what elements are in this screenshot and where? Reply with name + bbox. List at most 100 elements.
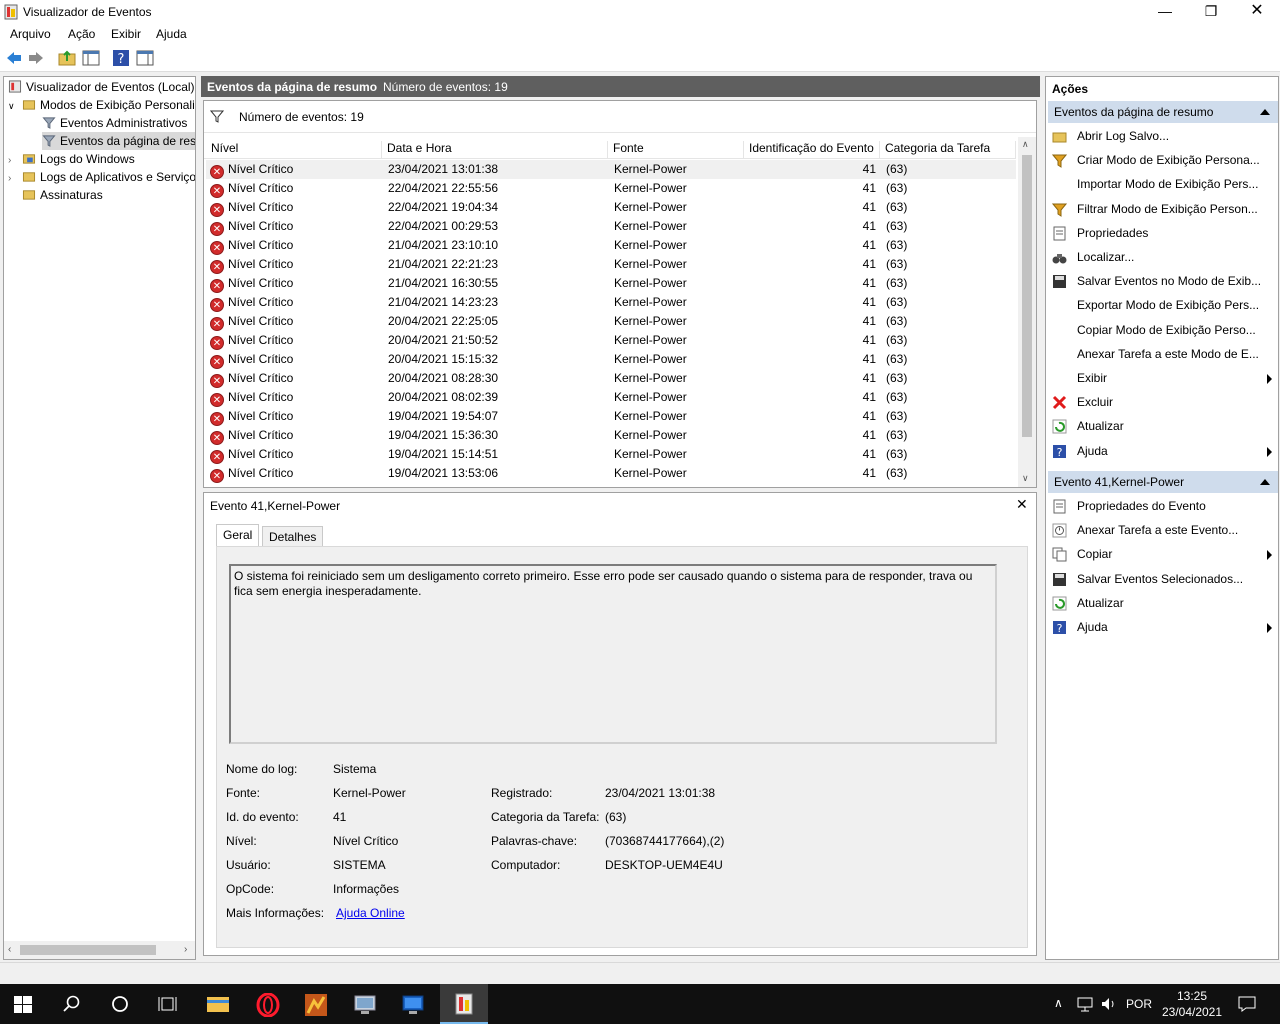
tree-scroll-thumb[interactable] [20, 945, 156, 955]
minimize-button[interactable]: — [1142, 0, 1188, 24]
table-row[interactable]: ✕ Nível Crítico 20/04/2021 08:02:39 Kernel-… [206, 388, 1016, 407]
table-row[interactable]: ✕ Nível Crítico 20/04/2021 21:50:52 Kernel-… [206, 331, 1016, 350]
actions-section-summary[interactable]: Eventos da página de resumo [1048, 101, 1278, 123]
volume-icon[interactable] [1100, 996, 1118, 1012]
table-row[interactable]: ✕ Nível Crítico 20/04/2021 08:28:30 Kernel-… [206, 369, 1016, 388]
tab-geral[interactable]: Geral [216, 524, 260, 547]
online-help-link[interactable]: Ajuda Online [336, 906, 405, 920]
maximize-button[interactable]: ❐ [1188, 0, 1234, 24]
close-button[interactable]: ✕ [1234, 0, 1280, 24]
chevron-down-icon[interactable]: ∨ [8, 97, 22, 115]
scroll-up-icon[interactable]: ∧ [1022, 139, 1029, 150]
search-icon[interactable] [63, 995, 81, 1013]
action-salvar-eventos-no-modo-de-exib[interactable]: Salvar Eventos no Modo de Exib... [1050, 270, 1276, 292]
column-fonte[interactable]: Fonte [608, 141, 744, 159]
back-arrow-icon[interactable] [5, 49, 23, 67]
taskbar-event-viewer-active[interactable] [440, 984, 488, 1024]
action-salvar-eventos-selecionados[interactable]: Salvar Eventos Selecionados... [1050, 568, 1276, 590]
menu-acao[interactable]: Ação [68, 27, 95, 41]
action-anexar-tarefa-a-este-modo-de-e[interactable]: Anexar Tarefa a este Modo de E... [1050, 343, 1276, 365]
menu-ajuda[interactable]: Ajuda [156, 27, 187, 41]
remote-desktop-icon[interactable] [401, 993, 425, 1017]
forward-arrow-icon[interactable] [27, 49, 45, 67]
tree-windows-logs[interactable]: › Logs do Windows [8, 150, 135, 168]
tab-detalhes[interactable]: Detalhes [262, 526, 324, 546]
table-row[interactable]: ✕ Nível Crítico 23/04/2021 13:01:38 Kernel-… [206, 160, 1016, 179]
show-hide-action-pane-icon[interactable] [136, 49, 154, 67]
action-abrir-log-salvo[interactable]: Abrir Log Salvo... [1050, 125, 1276, 147]
action-copiar-modo-de-exibi-o-perso[interactable]: Copiar Modo de Exibição Perso... [1050, 319, 1276, 341]
menu-exibir[interactable]: Exibir [111, 27, 141, 41]
tree-subscriptions[interactable]: Assinaturas [22, 186, 103, 204]
tree-horizontal-scrollbar[interactable]: ‹ › [4, 941, 195, 959]
table-row[interactable]: ✕ Nível Crítico 22/04/2021 19:04:34 Kernel-… [206, 198, 1016, 217]
scroll-right-icon[interactable]: › [184, 944, 187, 955]
column-data-hora[interactable]: Data e Hora [382, 141, 608, 159]
event-list-vertical-scrollbar[interactable]: ∧ ∨ [1018, 137, 1036, 487]
opera-icon[interactable] [256, 993, 280, 1017]
help-icon[interactable]: ? [112, 49, 130, 67]
table-row[interactable]: ✕ Nível Crítico 19/04/2021 15:14:51 Kernel-… [206, 445, 1016, 464]
table-row[interactable]: ✕ Nível Crítico 19/04/2021 13:53:06 Kernel-… [206, 464, 1016, 483]
cortana-icon[interactable] [111, 995, 129, 1013]
action-exibir[interactable]: Exibir [1050, 367, 1276, 389]
action-atualizar[interactable]: Atualizar [1050, 415, 1276, 437]
file-explorer-icon[interactable] [206, 994, 230, 1014]
action-localizar[interactable]: Localizar... [1050, 246, 1276, 268]
cell-event-id: 41 [862, 447, 876, 461]
action-copiar[interactable]: Copiar [1050, 543, 1276, 565]
windows-start-icon[interactable] [14, 996, 32, 1013]
action-ajuda[interactable]: ? Ajuda [1050, 616, 1276, 638]
table-row[interactable]: ✕ Nível Crítico 22/04/2021 22:55:56 Kernel-… [206, 179, 1016, 198]
action-excluir[interactable]: Excluir [1050, 391, 1276, 413]
chevron-up-icon[interactable]: ∧ [1054, 996, 1063, 1010]
clock[interactable]: 13:25 23/04/2021 [1160, 988, 1224, 1020]
menu-arquivo[interactable]: Arquivo [10, 27, 51, 41]
folder-up-icon[interactable] [58, 49, 76, 67]
event-list-scroll-thumb[interactable] [1022, 155, 1032, 437]
action-propriedades-do-evento[interactable]: Propriedades do Evento [1050, 495, 1276, 517]
event-description[interactable]: O sistema foi reiniciado sem um desligam… [229, 564, 997, 744]
app-icon[interactable] [304, 993, 328, 1017]
action-criar-modo-de-exibi-o-persona[interactable]: Criar Modo de Exibição Persona... [1050, 149, 1276, 171]
monitor-icon[interactable] [353, 993, 377, 1017]
chevron-right-icon[interactable]: › [8, 170, 22, 188]
collapse-icon[interactable] [1260, 479, 1270, 485]
close-icon[interactable]: ✕ [1016, 496, 1028, 513]
table-row[interactable]: ✕ Nível Crítico 21/04/2021 14:23:23 Kernel-… [206, 293, 1016, 312]
action-exportar-modo-de-exibi-o-pers[interactable]: Exportar Modo de Exibição Pers... [1050, 294, 1276, 316]
tree-summary-events[interactable]: Eventos da página de res [42, 132, 195, 150]
column-task-category[interactable]: Categoria da Tarefa [880, 141, 1016, 159]
table-row[interactable]: ✕ Nível Crítico 21/04/2021 16:30:55 Kernel-… [206, 274, 1016, 293]
label-keywords: Palavras-chave: [491, 834, 578, 848]
scroll-down-icon[interactable]: ∨ [1022, 473, 1029, 484]
language-indicator[interactable]: POR [1126, 997, 1152, 1011]
action-atualizar[interactable]: Atualizar [1050, 592, 1276, 614]
tree-root[interactable]: Visualizador de Eventos (Local) [8, 78, 195, 96]
notification-icon[interactable] [1238, 996, 1256, 1012]
network-icon[interactable] [1076, 996, 1094, 1012]
tree-custom-views-label: Modos de Exibição Personali [40, 98, 195, 112]
tree-app-logs[interactable]: › Logs de Aplicativos e Serviço [8, 168, 195, 188]
table-row[interactable]: ✕ Nível Crítico 20/04/2021 22:25:05 Kernel-… [206, 312, 1016, 331]
column-nivel[interactable]: Nível [206, 141, 382, 159]
show-hide-tree-icon[interactable] [82, 49, 100, 67]
actions-section-event[interactable]: Evento 41,Kernel-Power [1048, 471, 1278, 493]
action-propriedades[interactable]: Propriedades [1050, 222, 1276, 244]
table-row[interactable]: ✕ Nível Crítico 21/04/2021 22:21:23 Kernel-… [206, 255, 1016, 274]
table-row[interactable]: ✕ Nível Crítico 22/04/2021 00:29:53 Kernel-… [206, 217, 1016, 236]
table-row[interactable]: ✕ Nível Crítico 19/04/2021 19:54:07 Kernel-… [206, 407, 1016, 426]
scroll-left-icon[interactable]: ‹ [8, 944, 11, 955]
tree-admin-events[interactable]: Eventos Administrativos [42, 114, 187, 132]
table-row[interactable]: ✕ Nível Crítico 21/04/2021 23:10:10 Kernel-… [206, 236, 1016, 255]
table-row[interactable]: ✕ Nível Crítico 20/04/2021 15:15:32 Kernel-… [206, 350, 1016, 369]
action-ajuda[interactable]: ? Ajuda [1050, 440, 1276, 462]
action-filtrar-modo-de-exibi-o-person[interactable]: Filtrar Modo de Exibição Person... [1050, 198, 1276, 220]
action-anexar-tarefa-a-este-evento[interactable]: Anexar Tarefa a este Evento... [1050, 519, 1276, 541]
action-importar-modo-de-exibi-o-pers[interactable]: Importar Modo de Exibição Pers... [1050, 173, 1276, 195]
task-view-icon[interactable] [158, 995, 178, 1013]
collapse-icon[interactable] [1260, 109, 1270, 115]
column-event-id[interactable]: Identificação do Evento [744, 141, 880, 159]
tree-custom-views[interactable]: ∨ Modos de Exibição Personali [8, 96, 195, 114]
table-row[interactable]: ✕ Nível Crítico 19/04/2021 15:36:30 Kernel-… [206, 426, 1016, 445]
